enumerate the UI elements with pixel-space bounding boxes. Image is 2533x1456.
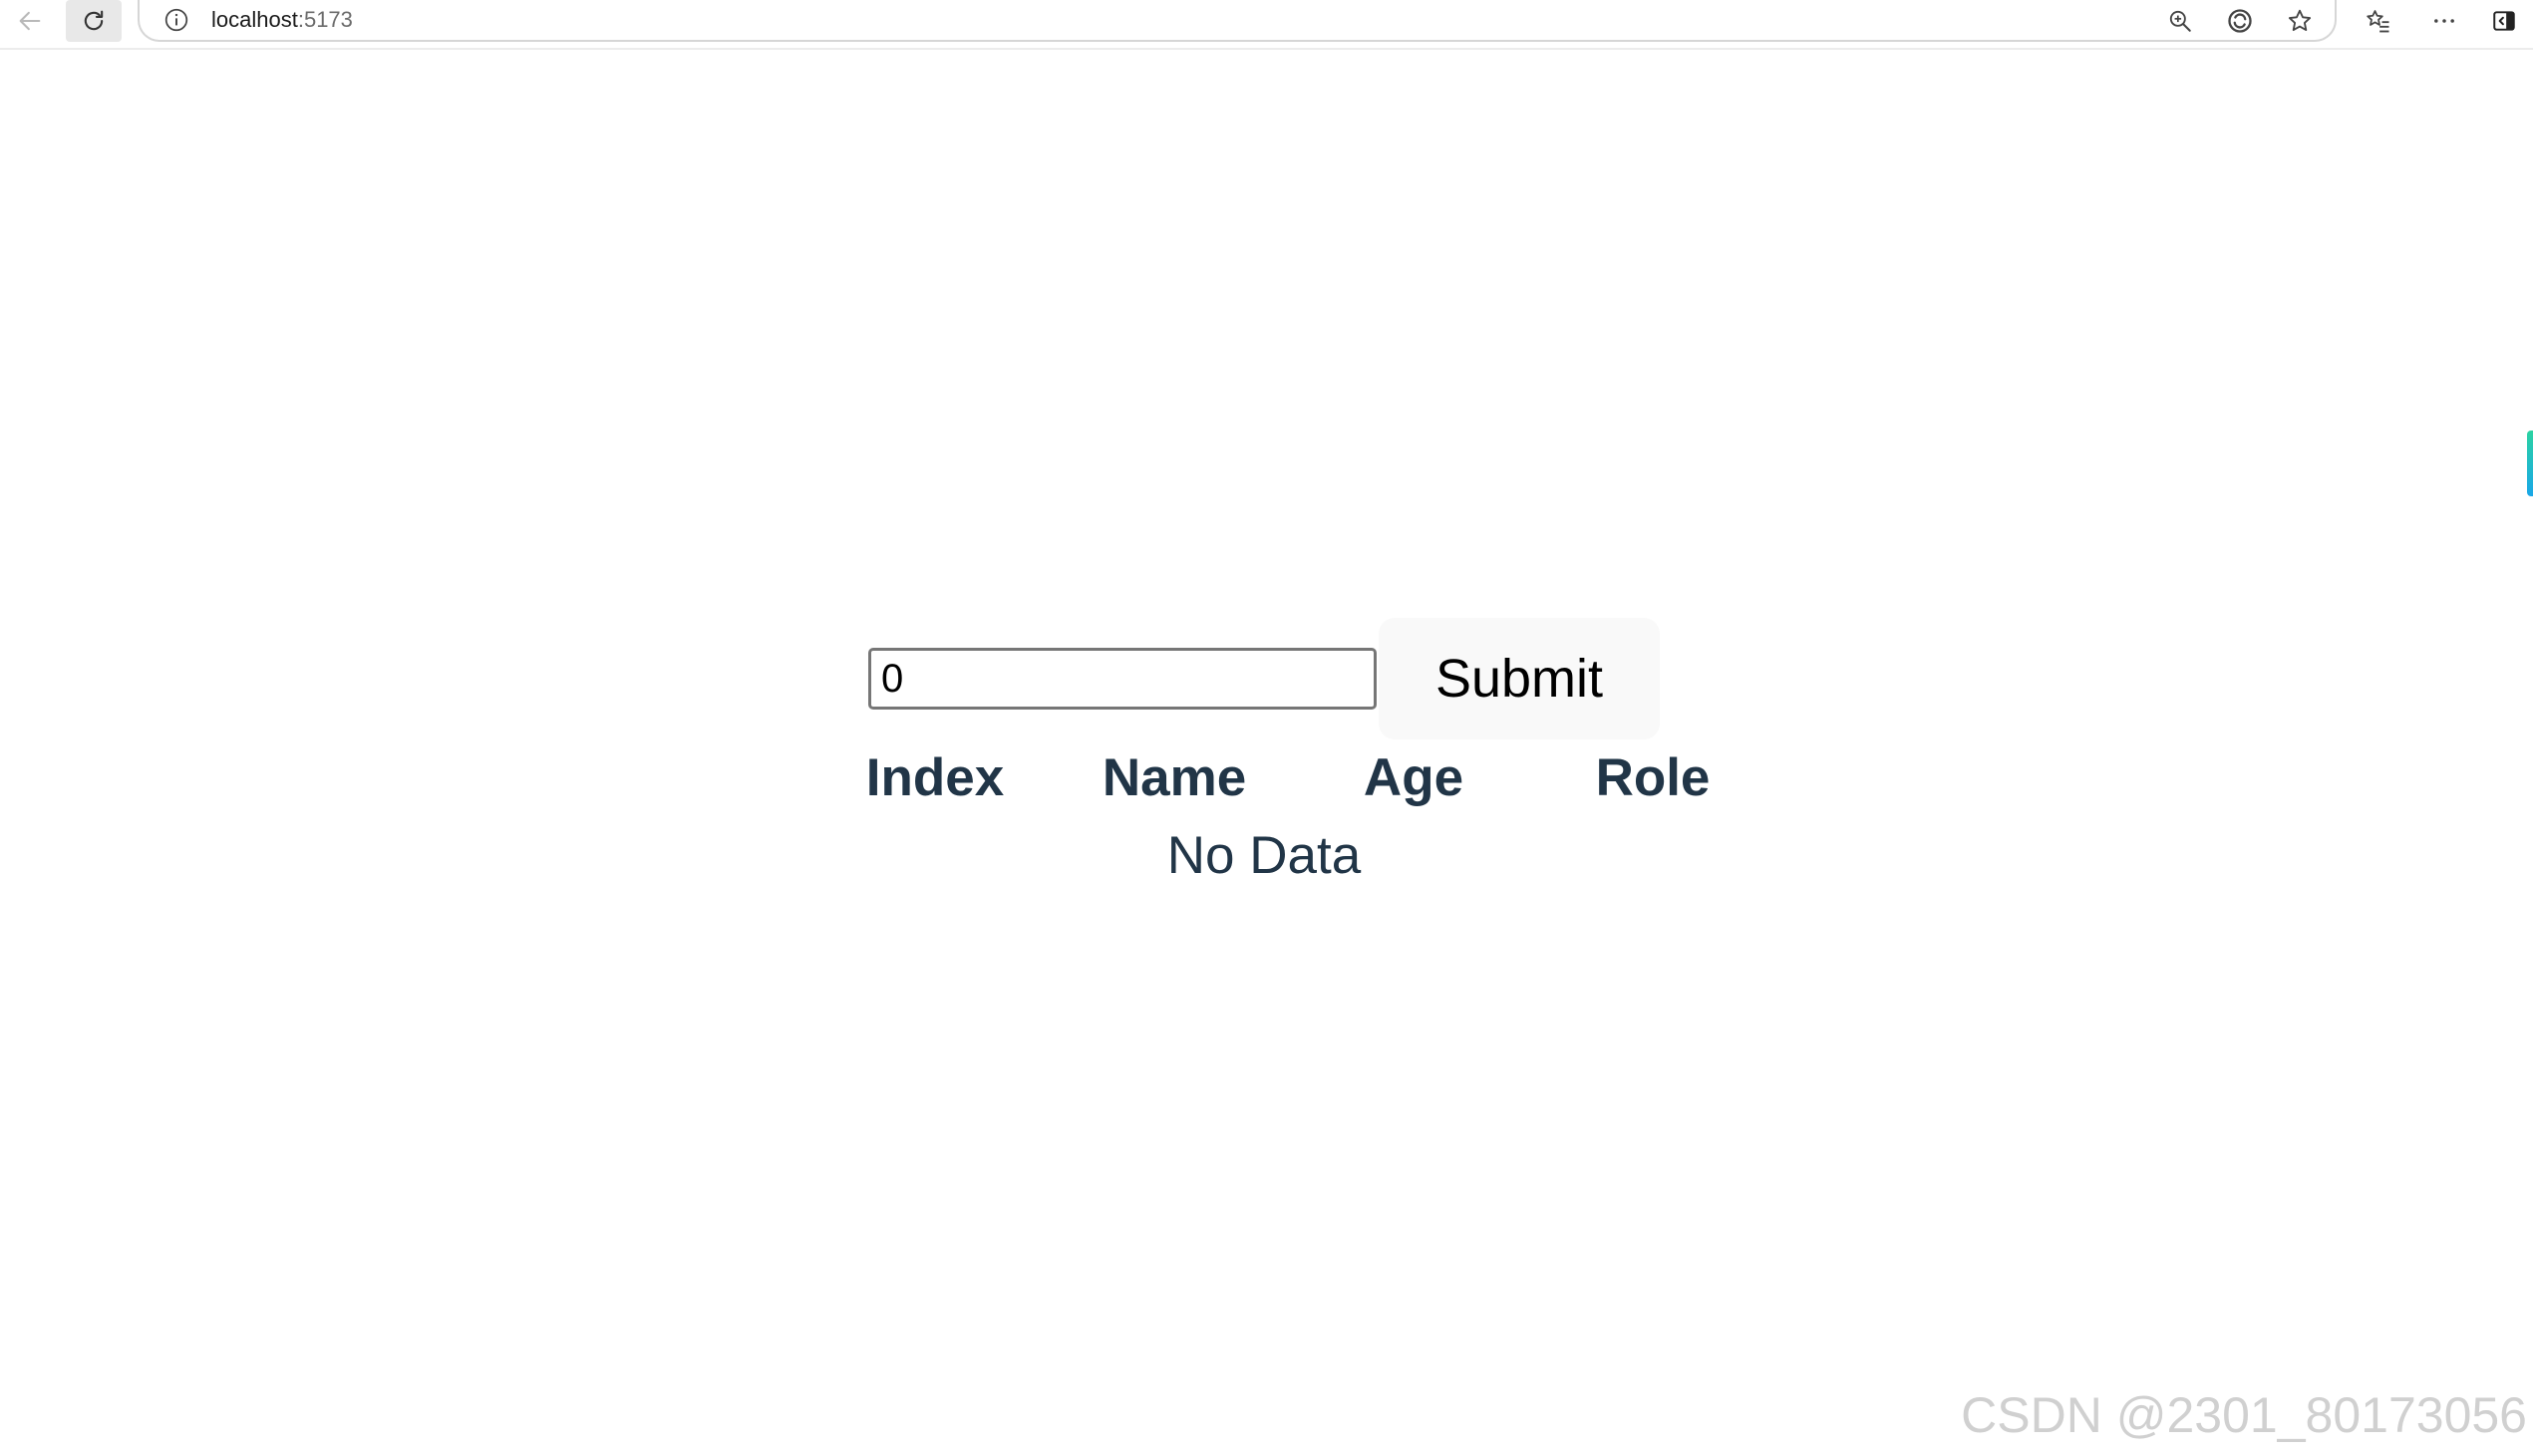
url-host: localhost	[211, 7, 298, 32]
sidebar-toggle-button[interactable]	[2482, 0, 2526, 42]
add-favorite-button[interactable]	[2283, 4, 2317, 38]
star-icon	[2288, 9, 2312, 32]
favorites-button[interactable]	[2351, 0, 2406, 42]
watermark: CSDN @2301_80173056	[1961, 1387, 2527, 1443]
column-header-name: Name	[1102, 748, 1247, 807]
back-button[interactable]	[2, 0, 58, 42]
sidebar-icon	[2493, 11, 2515, 31]
sidebar-edge-handle[interactable]	[2527, 431, 2533, 496]
table-header-row: Index Name Age Role	[815, 743, 1713, 813]
column-header-role: Role	[1595, 748, 1711, 807]
url-text[interactable]: localhost:5173	[211, 6, 353, 34]
empty-state-text: No Data	[1166, 826, 1362, 885]
browser-window: localhost:5173 0 Submit Index Name Age R…	[0, 0, 2533, 1456]
reload-button[interactable]	[66, 0, 122, 42]
edge-refresh-button[interactable]	[2223, 4, 2257, 38]
input-form: Submit	[868, 618, 1660, 739]
favorites-icon	[2367, 10, 2389, 33]
submit-button[interactable]: Submit	[1379, 618, 1660, 739]
edge-refresh-icon	[2228, 9, 2252, 33]
address-bar[interactable]: localhost:5173	[138, 0, 2337, 42]
back-arrow-icon	[19, 11, 41, 31]
column-header-index: Index	[865, 748, 1005, 807]
number-input[interactable]	[868, 648, 1377, 710]
more-button[interactable]	[2416, 0, 2472, 42]
url-port: :5173	[297, 7, 353, 32]
zoom-button[interactable]	[2163, 4, 2197, 38]
browser-toolbar: localhost:5173	[0, 0, 2533, 50]
more-icon	[2434, 19, 2454, 23]
zoom-in-icon	[2169, 10, 2191, 32]
reload-icon	[84, 10, 104, 31]
info-icon[interactable]	[163, 7, 189, 33]
column-header-age: Age	[1363, 748, 1464, 807]
